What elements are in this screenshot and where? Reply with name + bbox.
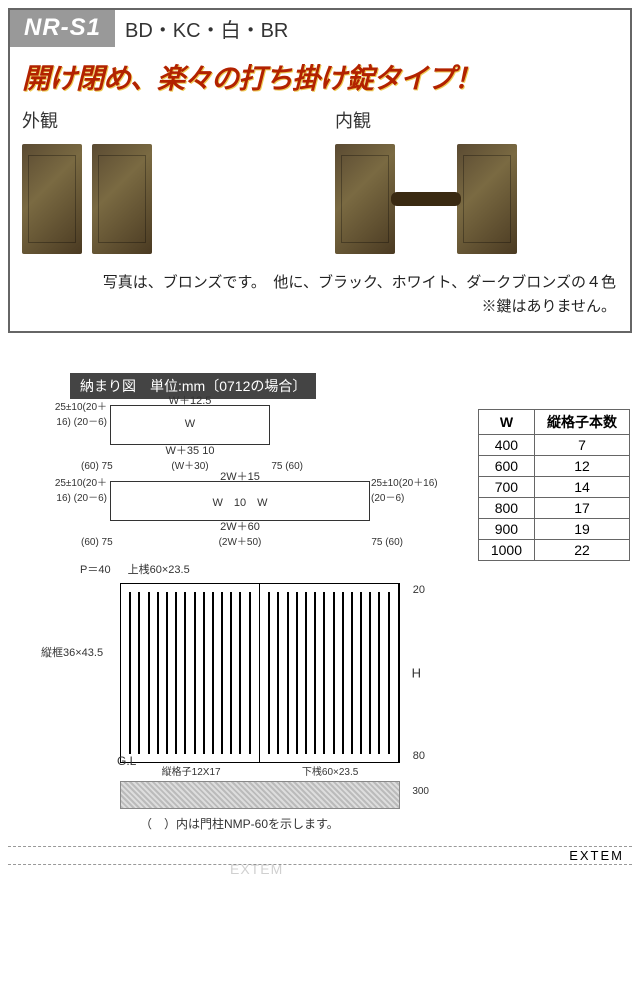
cell-w: 800 (478, 498, 534, 519)
table-row: 100022 (478, 540, 629, 561)
dim-under-right: 75 (60) (371, 537, 403, 548)
schematic: 25±10(20＋16) (20－6) W＋12.5 W W＋35 10 (60… (10, 399, 458, 832)
cell-w: 1000 (478, 540, 534, 561)
caption: 写真は、ブロンズです。 他に、ブラック、ホワイト、ダークブロンズの４色 ※鍵はあ… (10, 267, 630, 331)
dim-mid: W (185, 418, 195, 430)
caption-line: 写真は、ブロンズです。 他に、ブラック、ホワイト、ダークブロンズの４色 (24, 271, 616, 295)
cell-w: 400 (478, 435, 534, 456)
dim-top: 2W＋15 (220, 468, 260, 484)
model-badge: NR-S1 (10, 10, 115, 47)
table-row: 4007 (478, 435, 629, 456)
gate-box: 縦框36×43.5 G.L 20 80 H 縦格子12X17 (120, 583, 400, 763)
cell-w: 600 (478, 456, 534, 477)
spec-table: W 縦格子本数 4007 60012 70014 80017 90019 100… (478, 409, 630, 561)
dim-bot: W＋35 10 (166, 442, 215, 458)
diagram-section: 納まり図 単位:mm〔0712の場合〕 25±10(20＋16) (20－6) … (10, 373, 630, 832)
tagline: 開け閉め、楽々の打ち掛け錠タイプ！ (10, 47, 630, 103)
picket-label: 縦格子12X17 (162, 763, 221, 778)
cell-n: 19 (535, 519, 630, 540)
tolerance-left: 25±10(20＋16) (20－6) (41, 474, 107, 504)
footer: EXTEM (8, 846, 632, 865)
plan-double: 25±10(20＋16) (20－6) 25±10(20＋16) (20－6) … (70, 481, 458, 521)
caption-line: ※鍵はありません。 (24, 295, 616, 319)
dim-bottom-gap: 80 (413, 750, 425, 762)
table-row: 80017 (478, 498, 629, 519)
gate-leaf (260, 584, 399, 762)
plan-single: 25±10(20＋16) (20－6) W＋12.5 W W＋35 10 (60… (70, 405, 458, 445)
cell-w: 700 (478, 477, 534, 498)
diagram-note: （ ）内は門柱NMP-60を示します。 (140, 815, 420, 832)
foundation: 300 (120, 781, 400, 809)
cell-n: 17 (535, 498, 630, 519)
latch-plate-icon (92, 144, 152, 254)
th-w: W (478, 410, 534, 435)
diagram-area: 25±10(20＋16) (20－6) W＋12.5 W W＋35 10 (60… (10, 399, 630, 832)
latch-plate-icon (457, 144, 517, 254)
elevation-top-labels: P＝40 上桟60×23.5 (80, 561, 420, 577)
th-count: 縦格子本数 (535, 410, 630, 435)
interior-label: 内観 (335, 107, 618, 133)
cell-w: 900 (478, 519, 534, 540)
color-codes: BD・KC・白・BR (115, 10, 630, 47)
view-row: 外観 内観 (10, 103, 630, 267)
top-rail-label: 上桟60×23.5 (128, 564, 190, 576)
elevation: P＝40 上桟60×23.5 縦框36×43.5 G.L 20 80 H (80, 561, 420, 832)
table-head-row: W 縦格子本数 (478, 410, 629, 435)
table-row: 90019 (478, 519, 629, 540)
table-row: 60012 (478, 456, 629, 477)
tolerance-right: 25±10(20＋16) (20－6) (371, 474, 447, 504)
cell-n: 22 (535, 540, 630, 561)
gate-leaf (121, 584, 260, 762)
dim-top: W＋12.5 (169, 392, 212, 408)
dim-h: H (412, 666, 421, 681)
dim-mid: W 10 W (213, 494, 268, 510)
dim-bot: 2W＋60 (220, 518, 260, 534)
product-header: NR-S1 BD・KC・白・BR (10, 10, 630, 47)
interior-view: 内観 (335, 107, 618, 259)
pitch-label: P＝40 (80, 564, 111, 576)
exterior-view: 外観 (22, 107, 305, 259)
interior-image (335, 139, 618, 259)
latch-plate-icon (335, 144, 395, 254)
gate-bottom-labels: 縦格子12X17 下桟60×23.5 (121, 763, 399, 778)
dim-under-right: 75 (60) (271, 461, 303, 472)
plan-single-rect: 25±10(20＋16) (20－6) W＋12.5 W W＋35 10 (60… (110, 405, 270, 445)
exterior-image (22, 139, 305, 259)
latch-bar-icon (391, 192, 461, 206)
dim-under-left: (60) 75 (81, 461, 113, 472)
footer-brand: EXTEM (569, 848, 624, 863)
dim-under: (2W＋50) (111, 533, 369, 548)
tolerance-left: 25±10(20＋16) (20－6) (41, 398, 107, 428)
exterior-label: 外観 (22, 107, 305, 133)
cell-n: 7 (535, 435, 630, 456)
foundation-depth: 300 (412, 786, 429, 797)
dim-under-left: (60) 75 (81, 537, 113, 548)
latch-plate-icon (22, 144, 82, 254)
bottom-rail-label: 下桟60×23.5 (302, 763, 358, 778)
cell-n: 12 (535, 456, 630, 477)
product-panel: NR-S1 BD・KC・白・BR 開け閉め、楽々の打ち掛け錠タイプ！ 外観 内観… (8, 8, 632, 333)
stile-label: 縦框36×43.5 (41, 644, 103, 660)
dim-top-gap: 20 (413, 584, 425, 596)
cell-n: 14 (535, 477, 630, 498)
table-row: 70014 (478, 477, 629, 498)
plan-double-rect: 25±10(20＋16) (20－6) 25±10(20＋16) (20－6) … (110, 481, 370, 521)
